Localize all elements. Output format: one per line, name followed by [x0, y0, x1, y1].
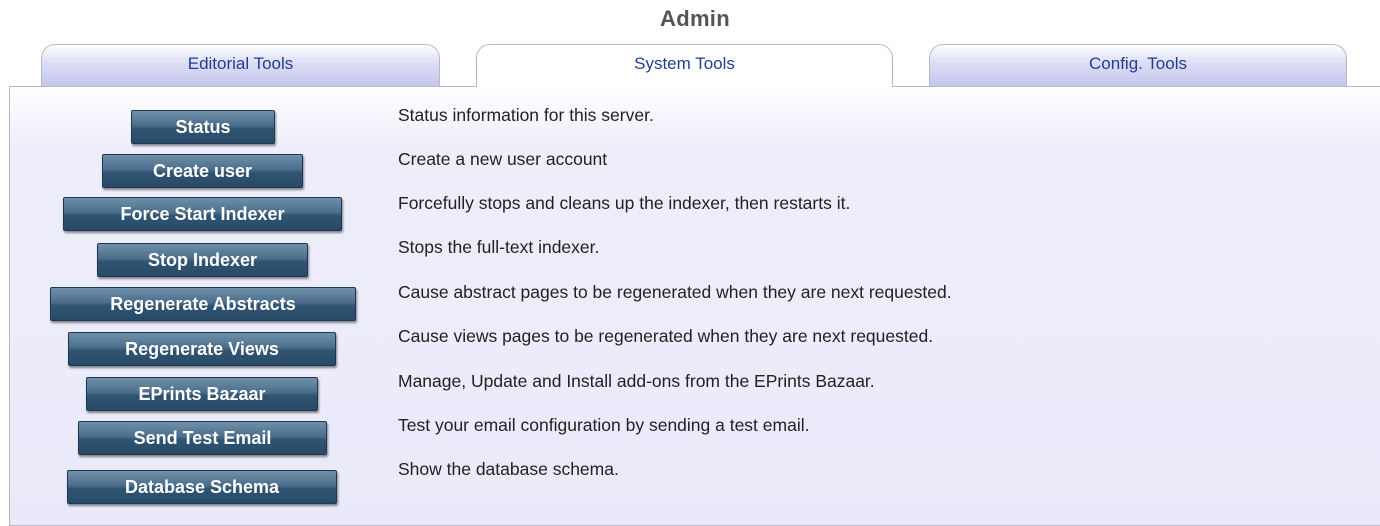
send-test-email-button[interactable]: Send Test Email: [78, 421, 327, 455]
tool-row-status: Status Status information for this serve…: [10, 99, 1380, 144]
eprints-bazaar-button[interactable]: EPrints Bazaar: [86, 377, 318, 411]
tool-row-regenerate-views: Regenerate Views Cause views pages to be…: [10, 320, 1380, 366]
tab-editorial-tools[interactable]: Editorial Tools: [41, 44, 440, 86]
status-description: Status information for this server.: [398, 105, 654, 125]
create-user-description: Create a new user account: [398, 149, 608, 169]
send-test-email-description: Test your email configuration by sending…: [398, 415, 810, 435]
tool-row-eprints-bazaar: EPrints Bazaar Manage, Update and Instal…: [10, 365, 1380, 411]
create-user-button[interactable]: Create user: [102, 154, 303, 188]
tool-row-regenerate-abstracts: Regenerate Abstracts Cause abstract page…: [10, 276, 1380, 321]
tool-row-stop-indexer: Stop Indexer Stops the full-text indexer…: [10, 231, 1380, 277]
stop-indexer-description: Stops the full-text indexer.: [398, 237, 600, 257]
regenerate-views-description: Cause views pages to be regenerated when…: [398, 326, 934, 346]
tab-system-tools[interactable]: System Tools: [476, 44, 893, 87]
eprints-bazaar-description: Manage, Update and Install add-ons from …: [398, 371, 875, 391]
page-title: Admin: [660, 6, 730, 31]
force-start-indexer-description: Forcefully stops and cleans up the index…: [398, 193, 851, 213]
regenerate-abstracts-button[interactable]: Regenerate Abstracts: [50, 287, 356, 321]
tab-config-tools[interactable]: Config. Tools: [929, 44, 1347, 86]
system-tools-panel: Status Status information for this serve…: [9, 86, 1380, 526]
regenerate-views-button[interactable]: Regenerate Views: [68, 332, 336, 366]
status-button[interactable]: Status: [131, 110, 275, 144]
tool-row-create-user: Create user Create a new user account: [10, 143, 1380, 188]
tab-bar: Editorial Tools System Tools Config. Too…: [0, 44, 1380, 87]
force-start-indexer-button[interactable]: Force Start Indexer: [63, 197, 342, 231]
stop-indexer-button[interactable]: Stop Indexer: [97, 243, 308, 277]
regenerate-abstracts-description: Cause abstract pages to be regenerated w…: [398, 282, 952, 302]
tool-row-send-test-email: Send Test Email Test your email configur…: [10, 409, 1380, 455]
database-schema-button[interactable]: Database Schema: [67, 470, 337, 504]
tool-row-database-schema: Database Schema Show the database schema…: [10, 453, 1380, 504]
tool-row-force-start-indexer: Force Start Indexer Forcefully stops and…: [10, 187, 1380, 231]
database-schema-description: Show the database schema.: [398, 459, 619, 479]
